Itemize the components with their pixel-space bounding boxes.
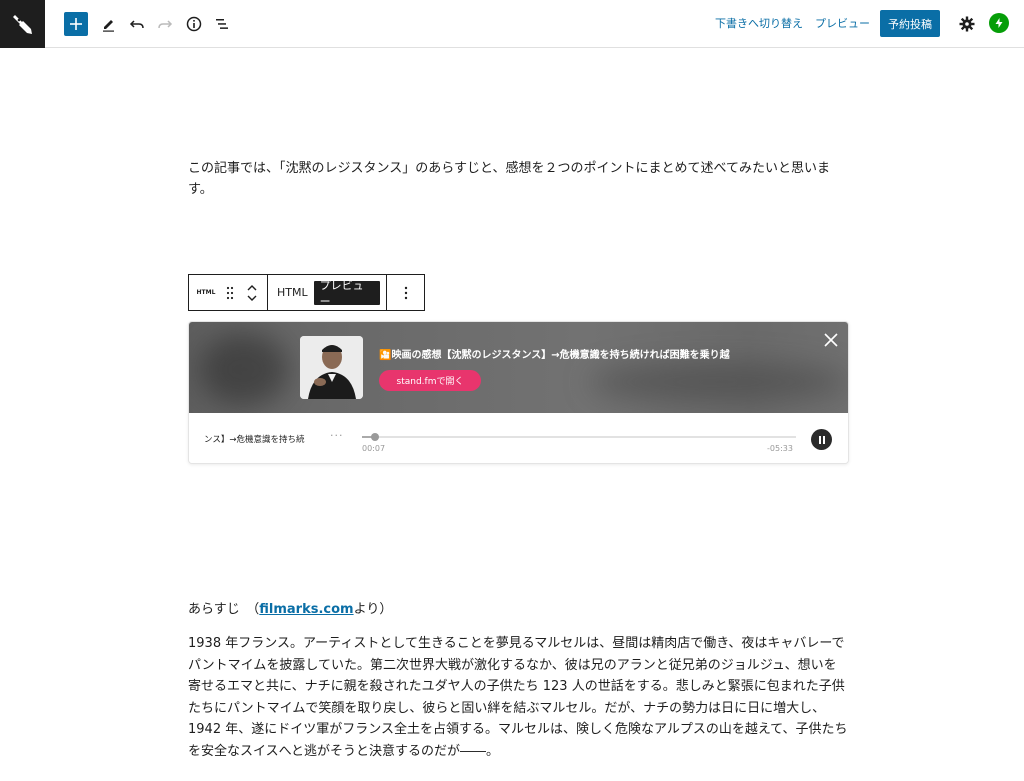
time-current: 00:07 xyxy=(362,444,386,453)
more-options-button[interactable]: ··· xyxy=(330,429,344,442)
tab-preview[interactable]: プレビュー xyxy=(313,279,380,308)
more-vertical-icon xyxy=(404,286,407,299)
synopsis-heading-suffix: より） xyxy=(353,602,393,617)
track-title: ンス】→危機意識を持ち続 xyxy=(204,435,305,445)
pause-icon xyxy=(818,435,821,444)
settings-button[interactable] xyxy=(955,12,979,36)
embed-player-controls: ンス】→危機意識を持ち続 ··· 00:07 -05:33 xyxy=(189,413,848,463)
synopsis-paragraph[interactable]: 1938 年フランス。アーティストとして生きることを夢見るマルセルは、昼間は精肉… xyxy=(188,633,848,762)
block-mover xyxy=(237,284,267,301)
pause-icon-bar xyxy=(822,435,825,444)
time-remaining: -05:33 xyxy=(767,444,793,453)
undo-button[interactable] xyxy=(125,12,149,36)
add-block-button[interactable] xyxy=(64,12,88,36)
wordpress-logo-button[interactable] xyxy=(0,0,45,48)
episode-thumbnail xyxy=(300,336,363,399)
synopsis-heading-prefix: あらすじ （ xyxy=(188,602,260,617)
progress-bar[interactable] xyxy=(362,433,796,441)
drag-handle-icon xyxy=(226,286,234,299)
switch-to-draft-button[interactable]: 下書きへ切り替え xyxy=(715,15,803,31)
blurred-background xyxy=(199,332,289,407)
chevron-down-icon[interactable] xyxy=(247,295,257,301)
pause-button[interactable] xyxy=(811,429,832,450)
open-in-standfm-button[interactable]: stand.fmで開く xyxy=(379,370,481,391)
undo-icon xyxy=(129,20,144,29)
pencil-icon xyxy=(103,20,114,32)
block-toolbar-group-main: HTML xyxy=(189,275,268,310)
schedule-button[interactable]: 予約投稿 xyxy=(880,10,940,37)
preview-button[interactable]: プレビュー xyxy=(815,15,870,31)
embed-header: 🎦映画の感想【沈黙のレジスタンス】→危機意識を持ち続ければ困難を乗り越 stan… xyxy=(189,322,848,413)
html-block-icon[interactable]: HTML xyxy=(189,289,223,296)
list-view-icon xyxy=(216,19,228,29)
block-options-button[interactable] xyxy=(387,286,424,300)
tab-html[interactable]: HTML xyxy=(271,281,314,305)
filmarks-link[interactable]: filmarks.com xyxy=(259,602,353,617)
redo-icon xyxy=(158,20,173,29)
block-toolbar-group-more xyxy=(387,275,424,310)
synopsis-heading[interactable]: あらすじ （filmarks.comより） xyxy=(188,599,848,620)
chevron-up-icon[interactable] xyxy=(247,284,257,291)
person-portrait-image xyxy=(300,336,363,399)
block-toolbar: HTML HTML プレビュー xyxy=(188,274,425,311)
list-view-button[interactable] xyxy=(210,12,234,36)
episode-title: 🎦映画の感想【沈黙のレジスタンス】→危機意識を持ち続ければ困難を乗り越 xyxy=(379,350,730,361)
editor-top-toolbar: 下書きへ切り替え プレビュー 予約投稿 xyxy=(0,0,1024,48)
jetpack-button[interactable] xyxy=(989,13,1009,33)
plus-icon xyxy=(70,18,82,30)
info-icon xyxy=(186,16,202,32)
intro-paragraph[interactable]: この記事では、「沈黙のレジスタンス」のあらすじと、感想を２つのポイントにまとめて… xyxy=(188,158,848,200)
redo-button[interactable] xyxy=(153,12,177,36)
jetpack-icon xyxy=(995,18,1003,28)
standfm-embed-player: 🎦映画の感想【沈黙のレジスタンス】→危機意識を持ち続ければ困難を乗り越 stan… xyxy=(188,321,849,464)
close-icon[interactable] xyxy=(822,331,840,349)
tools-button[interactable] xyxy=(97,12,121,36)
wordpress-logo-icon xyxy=(12,15,32,34)
details-button[interactable] xyxy=(182,12,206,36)
gear-icon xyxy=(959,16,975,32)
drag-handle[interactable] xyxy=(223,286,237,300)
progress-knob[interactable] xyxy=(371,433,380,441)
blurred-background xyxy=(589,362,848,402)
block-toolbar-group-tabs: HTML プレビュー xyxy=(268,275,387,310)
